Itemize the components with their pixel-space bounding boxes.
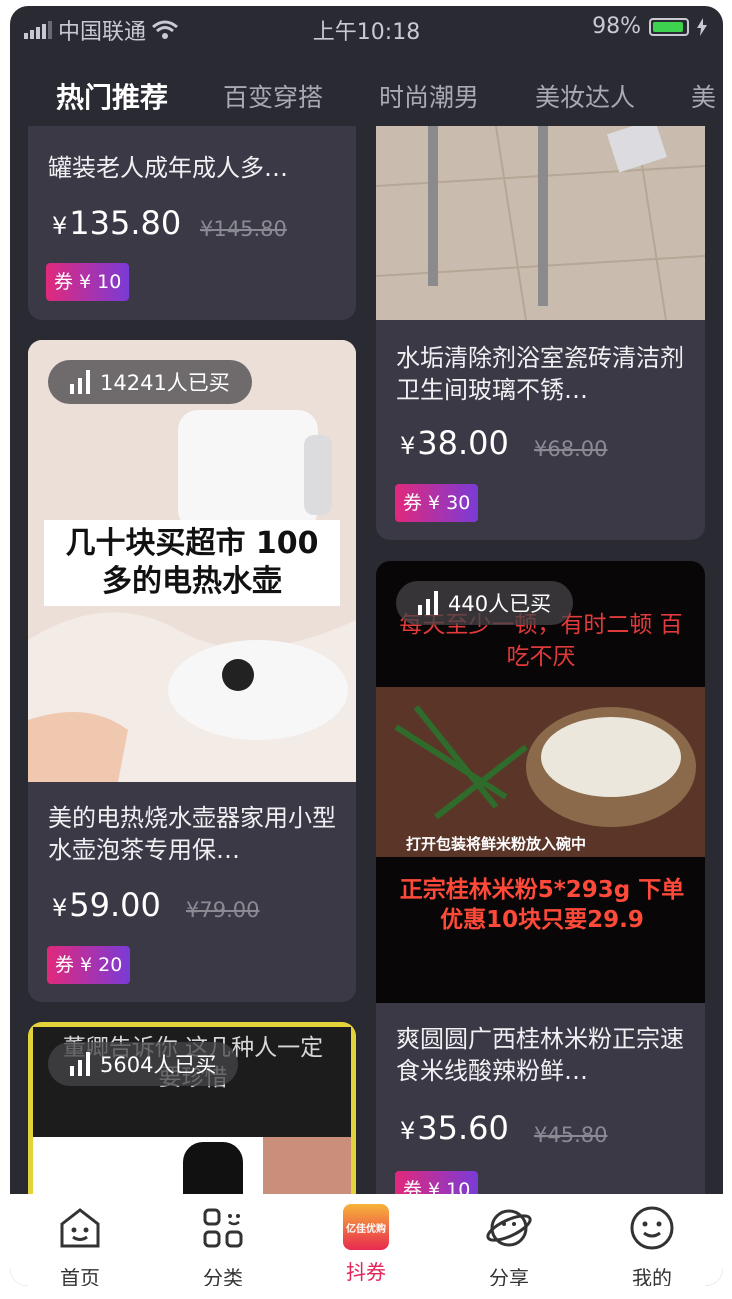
yen-symbol: ¥: [400, 432, 416, 460]
nav-label: 分享: [489, 1266, 529, 1286]
price-value: 35.60: [417, 1109, 509, 1147]
charging-icon: [697, 17, 707, 36]
bar-chart-icon: [418, 591, 438, 615]
buyers-badge: 5604人已买: [48, 1042, 239, 1086]
nav-category[interactable]: 分类: [173, 1204, 273, 1286]
buyers-badge: 14241人已买: [48, 360, 252, 404]
coupon-logo-icon: 亿佳优购: [343, 1204, 389, 1250]
tab-beauty[interactable]: 美妆达人: [535, 78, 635, 114]
buyers-count: 14241人已买: [100, 371, 230, 395]
tab-hot[interactable]: 热门推荐: [56, 76, 168, 116]
nav-label: 分类: [203, 1266, 243, 1286]
product-price: ¥35.60: [400, 1109, 509, 1147]
noodle-bowl-illustration: [376, 687, 705, 857]
status-bar: 中国联通 上午10:18 98%: [10, 6, 723, 46]
product-title: 美的电热烧水壶器家用小型水壶泡茶专用保…: [48, 804, 336, 864]
home-icon: [60, 1208, 100, 1248]
nav-profile[interactable]: 我的: [602, 1204, 702, 1286]
category-icon: [203, 1208, 243, 1248]
phone-screen: 中国联通 上午10:18 98% 热门推荐 百变穿搭 时尚潮男 美妆达人 美 罐…: [10, 6, 723, 1286]
original-price: ¥68.00: [534, 437, 608, 461]
product-title: 水垢清除剂浴室瓷砖清洁剂卫生间玻璃不锈…: [396, 344, 684, 404]
product-card[interactable]: 几十块买超市 100多的电热水壶 14241人已买 美的电热烧水壶器家用小型水壶…: [28, 340, 356, 1002]
product-card[interactable]: 水垢清除剂浴室瓷砖清洁剂卫生间玻璃不锈… ¥38.00 ¥68.00 券 ¥ 3…: [376, 126, 705, 540]
original-price: ¥45.80: [534, 1123, 608, 1147]
product-card[interactable]: 每天至少一顿，有时二顿 百吃不厌 打开包装将鲜米粉放入碗中 正宗桂林米粉5*29…: [376, 561, 705, 1221]
nav-home[interactable]: 首页: [30, 1204, 130, 1286]
product-title: 爽圆圆广西桂林米粉正宗速食米线酸辣粉鲜…: [396, 1025, 684, 1085]
buyers-count: 440人已买: [448, 592, 552, 616]
battery-group: 98%: [592, 14, 707, 39]
product-image: 几十块买超市 100多的电热水壶 14241人已买: [28, 340, 356, 782]
coupon-badge[interactable]: 券 ¥ 30: [395, 484, 479, 522]
price-value: 38.00: [417, 424, 509, 462]
price-value: 59.00: [69, 886, 161, 924]
smiley-icon: [630, 1206, 674, 1250]
tab-mens-fashion[interactable]: 时尚潮男: [379, 78, 479, 114]
buyers-count: 5604人已买: [100, 1053, 217, 1077]
tab-outfits[interactable]: 百变穿搭: [223, 78, 323, 114]
yen-symbol: ¥: [52, 212, 68, 240]
product-image: [376, 126, 705, 320]
product-image: 每天至少一顿，有时二顿 百吃不厌 打开包装将鲜米粉放入碗中 正宗桂林米粉5*29…: [376, 561, 705, 1003]
buyers-badge: 440人已买: [396, 581, 574, 625]
tab-more[interactable]: 美: [691, 78, 716, 114]
bar-chart-icon: [70, 1052, 90, 1076]
yen-symbol: ¥: [52, 894, 68, 922]
original-price: ¥79.00: [186, 898, 260, 922]
nav-label: 抖券: [346, 1260, 386, 1284]
image-caption-bottom: 正宗桂林米粉5*293g 下单优惠10块只要29.9: [399, 877, 685, 933]
bar-chart-icon: [70, 370, 90, 394]
planet-icon: [486, 1209, 532, 1247]
bottom-nav: 首页 分类 亿佳优购 抖券 分享 我的: [10, 1194, 723, 1286]
coupon-badge[interactable]: 券 ¥ 20: [47, 946, 131, 984]
nav-coupon[interactable]: 亿佳优购 抖券: [316, 1204, 416, 1285]
nav-label: 我的: [632, 1266, 672, 1286]
image-caption-mid: 打开包装将鲜米粉放入碗中: [406, 835, 587, 853]
product-price: ¥38.00: [400, 424, 509, 462]
nav-label: 首页: [60, 1266, 100, 1286]
price-value: 135.80: [69, 204, 182, 242]
battery-icon: [649, 17, 689, 36]
coupon-badge[interactable]: 券 ¥ 10: [46, 263, 130, 301]
original-price: ¥145.80: [200, 217, 287, 241]
yen-symbol: ¥: [400, 1117, 416, 1145]
image-caption: 几十块买超市 100多的电热水壶: [65, 526, 319, 599]
product-card[interactable]: 罐装老人成年成人多… ¥135.80 ¥145.80 券 ¥ 10: [28, 126, 356, 320]
nav-share[interactable]: 分享: [459, 1204, 559, 1286]
product-card[interactable]: 董卿告诉你 这几种人一定要珍惜 5604人已买: [28, 1022, 356, 1222]
logo-text: 亿佳优购: [346, 1223, 386, 1235]
product-price: ¥59.00: [52, 886, 161, 924]
battery-percent: 98%: [592, 14, 641, 39]
product-price: ¥135.80: [52, 204, 181, 242]
product-title: 罐装老人成年成人多…: [48, 154, 288, 182]
